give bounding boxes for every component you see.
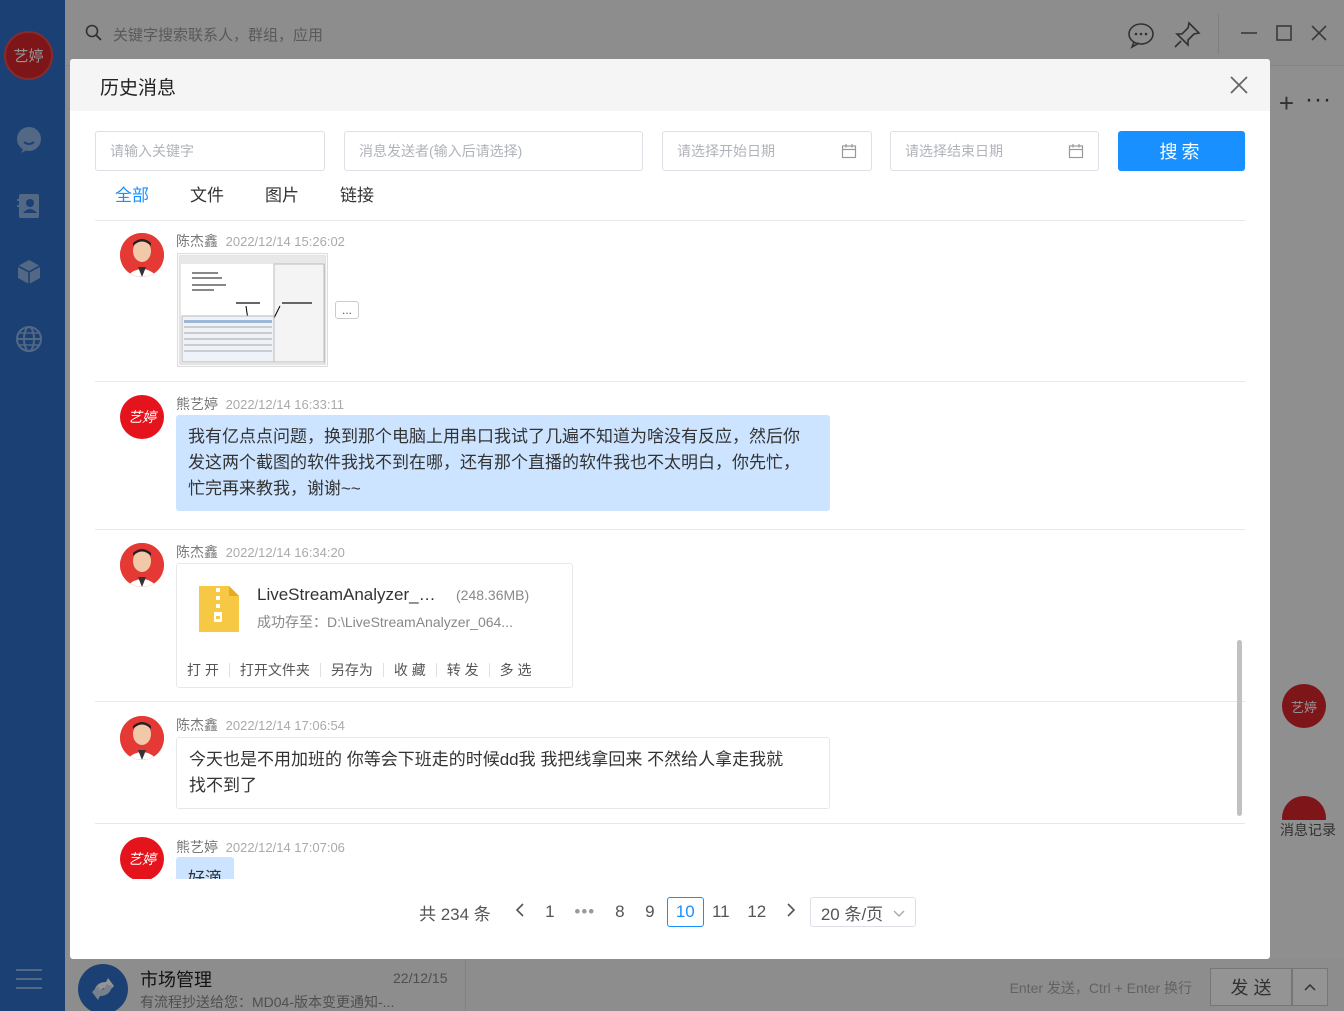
message-item: 艺婷 熊艺婷 2022/12/14 17:07:06 好滴 xyxy=(95,824,1245,879)
chevron-right-icon xyxy=(787,903,795,917)
file-path: 成功存至：D:\LiveStreamAnalyzer_064... xyxy=(257,614,513,630)
chevron-left-icon xyxy=(515,903,524,917)
message-time: 2022/12/14 17:07:06 xyxy=(225,840,345,855)
message-line: 好滴 xyxy=(188,869,222,879)
tab-links[interactable]: 链接 xyxy=(340,181,374,206)
more-options-button[interactable]: ... xyxy=(335,301,359,319)
message-time: 2022/12/14 17:06:54 xyxy=(225,718,345,733)
end-date-placeholder: 请选择结束日期 xyxy=(905,143,1003,159)
message-meta: 陈杰鑫 2022/12/14 17:06:54 xyxy=(176,715,345,735)
prev-page-button[interactable] xyxy=(505,902,535,922)
close-icon[interactable] xyxy=(1228,74,1250,96)
search-button[interactable]: 搜索 xyxy=(1118,131,1245,171)
sender-avatar[interactable] xyxy=(120,233,164,277)
zip-file-icon xyxy=(199,586,239,632)
next-page-button[interactable] xyxy=(776,902,806,922)
sender-avatar[interactable] xyxy=(120,716,164,760)
message-bubble: 今天也是不用加班的 你等会下班走的时候dd我 我把线拿回来 不然给人拿走我就 找… xyxy=(176,737,830,809)
sender-name: 熊艺婷 xyxy=(176,839,218,855)
message-item: 艺婷 熊艺婷 2022/12/14 16:33:11 我有亿点点问题，换到那个电… xyxy=(95,382,1245,530)
message-time: 2022/12/14 16:34:20 xyxy=(225,545,345,560)
pagination: 共 234 条 1 ••• 8 9 10 11 12 20 条/页 xyxy=(419,897,916,927)
pagination-total: 共 234 条 xyxy=(419,904,491,924)
message-item: 陈杰鑫 2022/12/14 17:06:54 今天也是不用加班的 你等会下班走… xyxy=(95,702,1245,824)
message-type-tabs: 全部 文件 图片 链接 xyxy=(115,181,415,206)
modal-header: 历史消息 xyxy=(70,59,1270,111)
page-button[interactable]: 12 xyxy=(742,902,772,922)
message-meta: 陈杰鑫 2022/12/14 16:34:20 xyxy=(176,542,345,562)
tab-images[interactable]: 图片 xyxy=(265,181,299,206)
tab-files[interactable]: 文件 xyxy=(190,181,224,206)
forward-button[interactable]: 转 发 xyxy=(447,663,490,677)
sender-name: 陈杰鑫 xyxy=(176,233,218,249)
message-line: 今天也是不用加班的 你等会下班走的时候dd我 我把线拿回来 不然给人拿走我就 xyxy=(189,750,784,769)
tab-all[interactable]: 全部 xyxy=(115,181,149,206)
multi-select-button[interactable]: 多 选 xyxy=(500,663,542,677)
sender-name: 陈杰鑫 xyxy=(176,544,218,560)
sender-name: 陈杰鑫 xyxy=(176,717,218,733)
message-line: 发这两个截图的软件我找不到在哪，还有那个直播的软件我也不太明白，你先忙， xyxy=(188,453,800,472)
page-size-value: 20 条/页 xyxy=(820,904,884,924)
page-button[interactable]: 8 xyxy=(605,902,635,922)
page-button[interactable]: 9 xyxy=(635,902,665,922)
keyword-input[interactable]: 请输入关键字 xyxy=(95,131,325,171)
open-folder-button[interactable]: 打开文件夹 xyxy=(240,663,321,677)
calendar-icon xyxy=(1068,144,1084,159)
message-bubble: 我有亿点点问题，换到那个电脑上用串口我试了几遍不知道为啥没有反应，然后你 发这两… xyxy=(176,415,830,511)
file-name[interactable]: LiveStreamAnalyzer_064... xyxy=(257,585,445,605)
calendar-icon xyxy=(841,144,857,159)
message-meta: 熊艺婷 2022/12/14 16:33:11 xyxy=(176,394,344,414)
start-date-picker[interactable]: 请选择开始日期 xyxy=(662,131,872,171)
open-file-button[interactable]: 打 开 xyxy=(187,663,230,677)
start-date-placeholder: 请选择开始日期 xyxy=(677,143,775,159)
message-list-scrollbar[interactable] xyxy=(1237,640,1242,816)
page-ellipsis[interactable]: ••• xyxy=(565,902,605,922)
message-line: 忙完再来教我，谢谢~~ xyxy=(188,479,361,498)
end-date-picker[interactable]: 请选择结束日期 xyxy=(890,131,1099,171)
history-modal: 历史消息 请输入关键字 消息发送者(输入后请选择) 请选择开始日期 请选择结束日… xyxy=(70,59,1270,959)
sender-input[interactable]: 消息发送者(输入后请选择) xyxy=(344,131,643,171)
message-list: 陈杰鑫 2022/12/14 15:26:02 ... 艺婷 熊艺婷 2022/… xyxy=(95,221,1245,879)
file-size: (248.36MB) xyxy=(456,587,530,603)
message-time: 2022/12/14 15:26:02 xyxy=(225,234,345,249)
sender-avatar[interactable] xyxy=(120,543,164,587)
message-line: 找不到了 xyxy=(189,776,257,795)
message-bubble: 好滴 xyxy=(176,857,234,879)
message-meta: 陈杰鑫 2022/12/14 15:26:02 xyxy=(176,231,345,251)
message-line: 我有亿点点问题，换到那个电脑上用串口我试了几遍不知道为啥没有反应，然后你 xyxy=(188,427,800,446)
current-page-button[interactable]: 10 xyxy=(666,897,704,927)
sender-name: 熊艺婷 xyxy=(176,396,218,412)
sender-avatar[interactable]: 艺婷 xyxy=(120,837,164,879)
favorite-button[interactable]: 收 藏 xyxy=(394,663,437,677)
sender-avatar[interactable]: 艺婷 xyxy=(120,395,164,439)
file-actions: 打 开 打开文件夹 另存为 收 藏 转 发 多 选 xyxy=(177,658,574,682)
message-meta: 熊艺婷 2022/12/14 17:07:06 xyxy=(176,837,345,857)
message-time: 2022/12/14 16:33:11 xyxy=(225,397,344,412)
file-card: LiveStreamAnalyzer_064... (248.36MB) 成功存… xyxy=(176,563,573,688)
page-button[interactable]: 11 xyxy=(706,902,736,922)
save-as-button[interactable]: 另存为 xyxy=(331,663,384,677)
message-item: 陈杰鑫 2022/12/14 16:34:20 LiveStreamAnalyz… xyxy=(95,530,1245,702)
modal-title: 历史消息 xyxy=(100,78,177,99)
message-item: 陈杰鑫 2022/12/14 15:26:02 ... xyxy=(95,221,1245,382)
image-thumbnail[interactable] xyxy=(177,253,328,367)
chevron-down-icon xyxy=(893,910,905,917)
page-size-select[interactable]: 20 条/页 xyxy=(809,897,916,927)
page-button[interactable]: 1 xyxy=(535,902,565,922)
